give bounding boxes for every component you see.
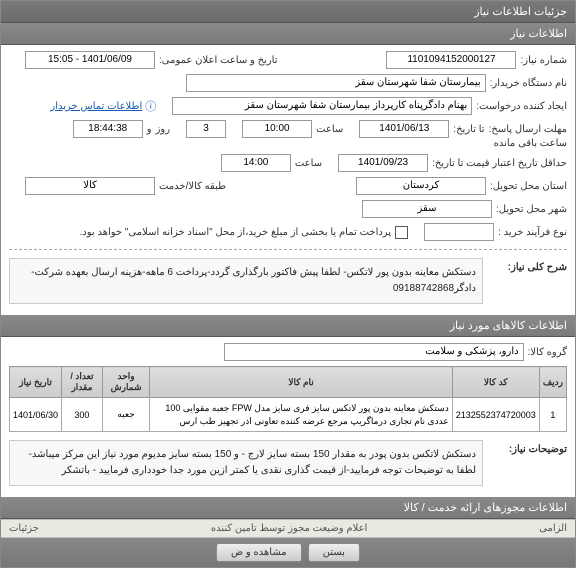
cell-code: 2132552374720003 — [452, 398, 539, 432]
lbl-to-date: تا تاریخ: — [453, 124, 484, 135]
field-ptype — [424, 223, 494, 241]
field-deadline-days: 3 — [186, 120, 226, 138]
col-idx: ردیف — [539, 367, 566, 398]
section-header-permits: اطلاعات مجوزهای ارائه خدمت / کالا — [1, 497, 575, 519]
cell-qty: 300 — [62, 398, 103, 432]
lbl-buyer: نام دستگاه خریدار: — [490, 78, 567, 89]
field-deadline-date: 1401/06/13 — [359, 120, 449, 138]
buyer-contact-link[interactable]: اطلاعات تماس خریدار — [50, 101, 142, 112]
lbl-ptype: نوع فرآیند خرید : — [498, 227, 567, 238]
field-deadline-time: 10:00 — [242, 120, 312, 138]
field-goods-group: دارو، پزشکی و سلامت — [224, 343, 524, 361]
field-city: سقز — [362, 200, 492, 218]
field-announce-dt: 1401/06/09 - 15:05 — [25, 51, 155, 69]
col-mandatory: الزامی — [539, 523, 567, 534]
field-deadline-remain: 18:44:38 — [73, 120, 143, 138]
lbl-category: طبقه کالا/خدمت — [159, 181, 226, 192]
section-header-goods: اطلاعات کالاهای مورد نیاز — [1, 315, 575, 337]
lbl-city: شهر محل تحویل: — [496, 204, 567, 215]
col-unit: واحد شمارش — [102, 367, 150, 398]
table-row[interactable]: 1 2132552374720003 دستکش معاینه بدون پور… — [10, 398, 567, 432]
lbl-time-1: ساعت — [316, 124, 343, 135]
lbl-day: روز — [156, 124, 171, 135]
col-qty: تعداد / مقدار — [62, 367, 103, 398]
field-creator: بهنام دادگرپناه کارپرداز بیمارستان شفا ش… — [172, 97, 472, 115]
lbl-need-no: شماره نیاز: — [520, 55, 567, 66]
bottom-bar: بستن مشاهده و ض — [1, 538, 575, 567]
col-name: نام کالا — [150, 367, 452, 398]
lbl-goods-group: گروه کالا: — [528, 347, 567, 358]
close-button[interactable]: بستن — [308, 543, 360, 562]
field-valid-date: 1401/09/23 — [338, 154, 428, 172]
info-icon: ⓘ — [145, 98, 156, 114]
lbl-main-desc: شرح کلی نیاز: — [487, 258, 567, 273]
lbl-time-2: ساعت — [295, 158, 322, 169]
attach-button[interactable]: مشاهده و ض — [216, 543, 302, 562]
cell-name: دستکش معاینه بدون پور لاتکس سایز فری سای… — [150, 398, 452, 432]
lbl-extra-desc: توضیحات نیاز: — [487, 440, 567, 455]
cell-date: 1401/06/30 — [10, 398, 62, 432]
permits-subheader: الزامی اعلام وضیعت مجوز توسط تامین کننده… — [1, 519, 575, 538]
lbl-announce-dt: تاریخ و ساعت اعلان عمومی: — [159, 55, 278, 66]
field-province: کردستان — [356, 177, 486, 195]
cell-idx: 1 — [539, 398, 566, 432]
lbl-province: استان محل تحویل: — [490, 181, 567, 192]
col-code: کد کالا — [452, 367, 539, 398]
main-desc-text: دستکش معاینه بدون پور لاتکس- لطفا پیش فا… — [9, 258, 483, 304]
items-table: ردیف کد کالا نام کالا واحد شمارش تعداد /… — [9, 366, 567, 432]
col-date: تاریخ نیاز — [10, 367, 62, 398]
col-announce: اعلام وضیعت مجوز توسط تامین کننده — [39, 523, 539, 534]
lbl-pay-note: پرداخت تمام یا بخشی از مبلغ خرید،از محل … — [80, 227, 392, 238]
lbl-deadline: مهلت ارسال پاسخ: — [489, 124, 567, 135]
cell-unit: جعبه — [102, 398, 150, 432]
lbl-creator: ایجاد کننده درخواست: — [476, 101, 567, 112]
section-header-info: اطلاعات نیاز — [1, 23, 575, 45]
field-buyer: بیمارستان شفا شهرستان سقز — [186, 74, 486, 92]
lbl-valid-date: حداقل تاریخ اعتبار قیمت تا تاریخ: — [432, 158, 567, 169]
field-category: کالا — [25, 177, 155, 195]
lbl-and: و — [147, 124, 152, 135]
extra-desc-text: دستکش لاتکس بدون پودر به مقدار 150 بسته … — [9, 440, 483, 486]
col-details: جزئیات — [9, 523, 39, 534]
field-need-no: 1101094152000127 — [386, 51, 516, 69]
lbl-remain: ساعت باقی مانده — [494, 138, 567, 149]
field-valid-time: 14:00 — [221, 154, 291, 172]
pay-checkbox[interactable] — [395, 226, 408, 239]
page-title: جزئیات اطلاعات نیاز — [1, 1, 575, 23]
